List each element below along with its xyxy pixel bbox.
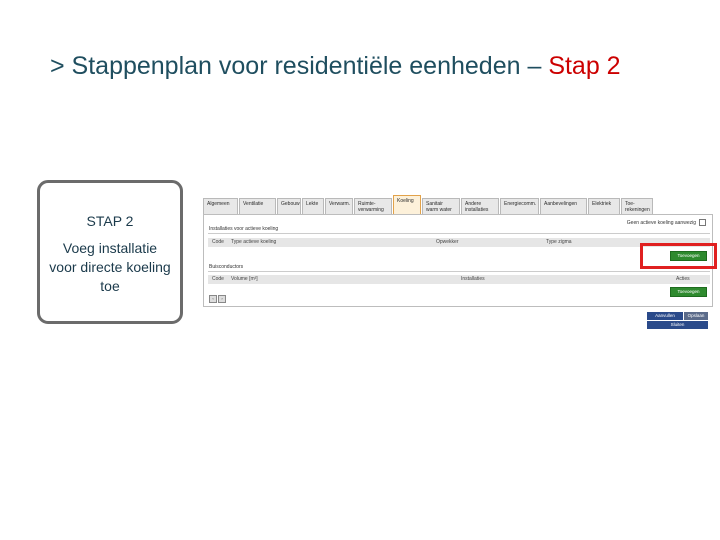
no-cooling-checkbox[interactable] bbox=[699, 219, 706, 226]
koeling-panel: Geen actieve koeling aanwezig Installati… bbox=[203, 214, 713, 307]
section-divider bbox=[208, 233, 710, 234]
table-buisconductors-header: Code Volume [m³] Installaties Acties bbox=[208, 275, 710, 284]
title-accent: Stap 2 bbox=[548, 52, 621, 80]
tab-andere-installaties[interactable]: Andere installaties bbox=[461, 198, 499, 214]
column-header: Code bbox=[212, 239, 224, 245]
step-description: Voeg installatie voor directe koeling to… bbox=[49, 240, 171, 294]
tab-sanitair-warm-water[interactable]: Sanitair warm water bbox=[422, 198, 460, 214]
tab-energiecomm[interactable]: Energiecomm. bbox=[500, 198, 539, 214]
tab-ruimteverwarming[interactable]: Ruimte-verwarming bbox=[354, 198, 392, 214]
step-card: STAP 2 Voeg installatie voor directe koe… bbox=[37, 180, 183, 324]
section-active-cooling-title: Installaties voor actieve koeling bbox=[209, 226, 279, 232]
help-button[interactable]: Opslaan bbox=[684, 312, 708, 320]
page-title: > Stappenplan voor residentiële eenheden… bbox=[50, 52, 710, 81]
tab-elektriek[interactable]: Elektriek bbox=[588, 198, 620, 214]
tab-ventilatie[interactable]: Ventilatie bbox=[239, 198, 276, 214]
tab-algemeen[interactable]: Algemeen bbox=[203, 198, 238, 214]
add-buisconductor-button[interactable]: Toevoegen bbox=[670, 287, 707, 297]
column-header: Code bbox=[212, 276, 224, 282]
tab-verwarm[interactable]: Verwarm. bbox=[325, 198, 353, 214]
table-active-cooling-header: Code Type actieve koeling Opwekker Type … bbox=[208, 238, 710, 247]
tab-aanbevelingen[interactable]: Aanbevelingen bbox=[540, 198, 587, 214]
tab-lekte[interactable]: Lekte bbox=[302, 198, 324, 214]
column-header: Opwekker bbox=[436, 239, 459, 245]
save-button[interactable]: Aanvullen bbox=[647, 312, 683, 320]
tab-gebouw[interactable]: Gebouw bbox=[277, 198, 301, 214]
prev-page-icon[interactable]: ‹ bbox=[209, 295, 217, 303]
no-cooling-row: Geen actieve koeling aanwezig bbox=[627, 219, 706, 226]
tab-bar: Algemeen Ventilatie Gebouw Lekte Verwarm… bbox=[203, 195, 663, 214]
column-header: Type zigma bbox=[546, 239, 572, 245]
no-cooling-label: Geen actieve koeling aanwezig bbox=[626, 219, 696, 226]
tab-koeling[interactable]: Koeling bbox=[393, 195, 421, 214]
close-button[interactable]: Sluiten bbox=[647, 321, 708, 329]
next-page-icon[interactable]: › bbox=[218, 295, 226, 303]
column-header: Installaties bbox=[461, 276, 485, 282]
section-divider bbox=[208, 271, 710, 272]
section-buisconductors-title: Buisconductors bbox=[209, 264, 244, 270]
tab-toerekeningen[interactable]: Toe-rekeningen bbox=[621, 198, 653, 214]
app-screenshot: Algemeen Ventilatie Gebouw Lekte Verwarm… bbox=[203, 195, 713, 335]
title-main: > Stappenplan voor residentiële eenheden… bbox=[50, 52, 549, 80]
column-header: Acties bbox=[676, 276, 690, 282]
highlight-box bbox=[640, 243, 717, 269]
step-label: STAP 2 bbox=[86, 213, 134, 229]
column-header: Type actieve koeling bbox=[231, 239, 277, 245]
column-header: Volume [m³] bbox=[231, 276, 258, 282]
